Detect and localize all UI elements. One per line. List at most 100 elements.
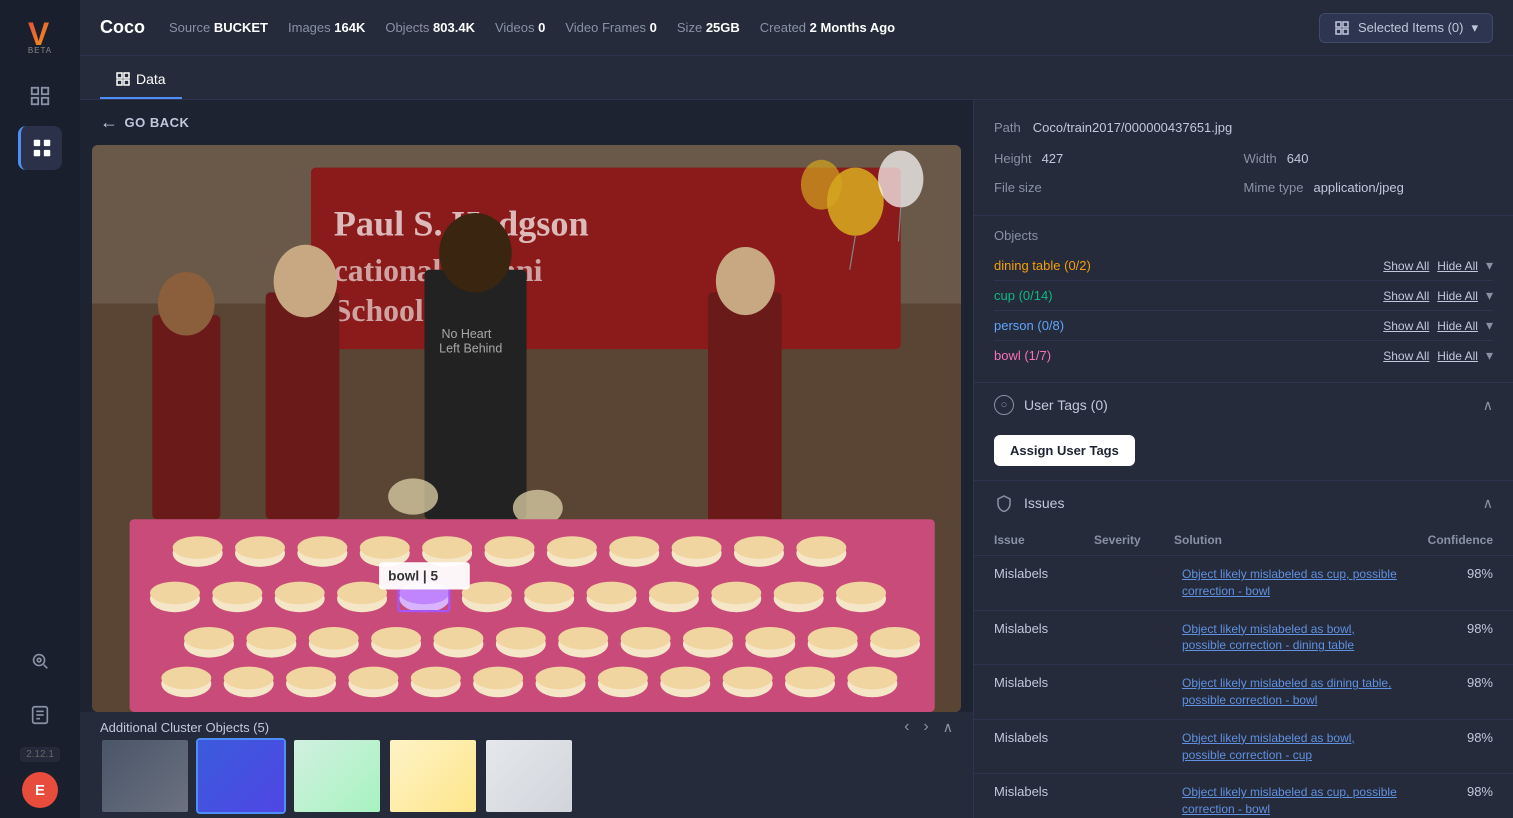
issue-solution-5[interactable]: Object likely mislabeled as cup, possibl…	[1182, 784, 1399, 818]
topbar-right: Selected Items (0) ▾	[1319, 13, 1493, 43]
user-tags-section: ○ User Tags (0) ∧ Assign User Tags	[974, 383, 1513, 481]
width-label: Width	[1244, 147, 1277, 170]
issue-solution-1[interactable]: Object likely mislabeled as cup, possibl…	[1182, 566, 1399, 600]
hide-all-cup[interactable]: Hide All	[1437, 289, 1478, 303]
size-meta: Size 25GB	[677, 20, 740, 35]
thumbnails	[80, 738, 973, 818]
show-all-person[interactable]: Show All	[1383, 319, 1429, 333]
object-name-cup: cup (0/14)	[994, 288, 1375, 303]
user-tags-icon: ○	[994, 395, 1014, 415]
hide-all-person[interactable]: Hide All	[1437, 319, 1478, 333]
expand-person[interactable]: ▾	[1486, 317, 1493, 334]
thumb-next-button[interactable]: ›	[919, 718, 932, 736]
height-value: 427	[1042, 147, 1064, 170]
object-row-person: person (0/8) Show All Hide All ▾	[994, 311, 1493, 341]
issues-chevron-up-icon: ∧	[1483, 495, 1493, 512]
hide-all-dining-table[interactable]: Hide All	[1437, 259, 1478, 273]
expand-dining-table[interactable]: ▾	[1486, 257, 1493, 274]
svg-text:Left Behind: Left Behind	[439, 342, 502, 356]
user-tags-header-left: ○ User Tags (0)	[994, 395, 1108, 415]
object-actions-dining-table: Show All Hide All ▾	[1383, 257, 1493, 274]
issue-solution-3[interactable]: Object likely mislabeled as dining table…	[1182, 675, 1399, 709]
mime-type-label: Mime type	[1244, 176, 1304, 199]
issue-solution-4[interactable]: Object likely mislabeled as bowl, possib…	[1182, 730, 1399, 764]
sidebar-item-explore[interactable]	[18, 639, 62, 683]
col-confidence: Confidence	[1403, 533, 1493, 547]
selected-items-button[interactable]: Selected Items (0) ▾	[1319, 13, 1493, 43]
cluster-header-text: Additional Cluster Objects (5)	[100, 720, 269, 735]
issue-solution-2[interactable]: Object likely mislabeled as bowl, possib…	[1182, 621, 1399, 655]
issue-type-4: Mislabels	[994, 730, 1094, 745]
show-all-bowl[interactable]: Show All	[1383, 349, 1429, 363]
objects-section: Objects dining table (0/2) Show All Hide…	[974, 216, 1513, 383]
videos-meta: Videos 0	[495, 20, 545, 35]
shield-icon	[994, 493, 1014, 513]
issue-type-1: Mislabels	[994, 566, 1094, 581]
issue-type-2: Mislabels	[994, 621, 1094, 636]
issue-type-5: Mislabels	[994, 784, 1094, 799]
thumbnail-2[interactable]	[196, 738, 286, 814]
tab-data[interactable]: Data	[100, 61, 182, 99]
expand-bowl[interactable]: ▾	[1486, 347, 1493, 364]
object-name-person: person (0/8)	[994, 318, 1375, 333]
path-label: Path	[994, 116, 1021, 139]
topbar-meta: Source BUCKET Images 164K Objects 803.4K…	[169, 20, 895, 35]
sidebar-item-docs[interactable]	[18, 693, 62, 737]
issue-confidence-1: 98%	[1403, 566, 1493, 581]
image-panel: ← GO BACK Paul S. Hodgson	[80, 100, 973, 818]
issue-row-1: Mislabels Object likely mislabeled as cu…	[974, 555, 1513, 610]
created-meta: Created 2 Months Ago	[760, 20, 895, 35]
issues-header-left: Issues	[994, 493, 1064, 513]
objects-title: Objects	[994, 228, 1493, 243]
issues-title: Issues	[1024, 495, 1064, 511]
sidebar: V BETA 2.12.1	[0, 0, 80, 818]
sidebar-item-data[interactable]	[18, 126, 62, 170]
show-all-cup[interactable]: Show All	[1383, 289, 1429, 303]
app-logo: V	[28, 18, 52, 50]
image-nav: ← GO BACK	[80, 100, 973, 145]
issues-section-container: Issues ∧ Issue Severity Solution Confide…	[974, 481, 1513, 818]
object-actions-cup: Show All Hide All ▾	[1383, 287, 1493, 304]
col-severity: Severity	[1094, 533, 1174, 547]
thumbnail-3[interactable]	[292, 738, 382, 814]
thumb-prev-button[interactable]: ‹	[900, 718, 913, 736]
issues-table-header: Issue Severity Solution Confidence	[974, 525, 1513, 555]
sidebar-item-dashboard[interactable]	[18, 74, 62, 118]
cluster-collapse-button[interactable]: ∧	[943, 719, 953, 736]
issue-row-3: Mislabels Object likely mislabeled as di…	[974, 664, 1513, 719]
show-all-dining-table[interactable]: Show All	[1383, 259, 1429, 273]
images-meta: Images 164K	[288, 20, 365, 35]
file-info-section: Path Coco/train2017/000000437651.jpg Hei…	[974, 100, 1513, 216]
back-arrow-icon: ←	[100, 112, 119, 133]
object-name-dining-table: dining table (0/2)	[994, 258, 1375, 273]
path-value: Coco/train2017/000000437651.jpg	[1033, 116, 1233, 139]
svg-text:bowl | 5: bowl | 5	[388, 568, 438, 583]
bottom-section: Additional Cluster Objects (5) ‹ › ∧	[80, 712, 973, 818]
go-back-button[interactable]: ← GO BACK	[100, 112, 189, 133]
width-value: 640	[1287, 147, 1309, 170]
user-tags-header[interactable]: ○ User Tags (0) ∧	[974, 383, 1513, 427]
thumbnail-1[interactable]	[100, 738, 190, 814]
issues-header[interactable]: Issues ∧	[974, 481, 1513, 525]
user-tags-chevron-up-icon: ∧	[1483, 397, 1493, 414]
expand-cup[interactable]: ▾	[1486, 287, 1493, 304]
issue-confidence-5: 98%	[1403, 784, 1493, 799]
file-size-label: File size	[994, 176, 1042, 199]
thumbnail-4[interactable]	[388, 738, 478, 814]
assign-user-tags-button[interactable]: Assign User Tags	[994, 435, 1135, 466]
objects-meta: Objects 803.4K	[385, 20, 475, 35]
thumbnail-bar-header: Additional Cluster Objects (5) ‹ › ∧	[80, 712, 973, 738]
object-actions-person: Show All Hide All ▾	[1383, 317, 1493, 334]
right-panel: Path Coco/train2017/000000437651.jpg Hei…	[973, 100, 1513, 818]
issue-row-4: Mislabels Object likely mislabeled as bo…	[974, 719, 1513, 774]
video-frames-meta: Video Frames 0	[565, 20, 657, 35]
user-avatar[interactable]: E	[22, 772, 58, 808]
hide-all-bowl[interactable]: Hide All	[1437, 349, 1478, 363]
height-label: Height	[994, 147, 1032, 170]
thumbnail-5[interactable]	[484, 738, 574, 814]
dataset-name: Coco	[100, 17, 145, 38]
issue-confidence-4: 98%	[1403, 730, 1493, 745]
logo-container: V BETA	[14, 10, 66, 62]
issue-row-5: Mislabels Object likely mislabeled as cu…	[974, 773, 1513, 818]
issue-confidence-2: 98%	[1403, 621, 1493, 636]
